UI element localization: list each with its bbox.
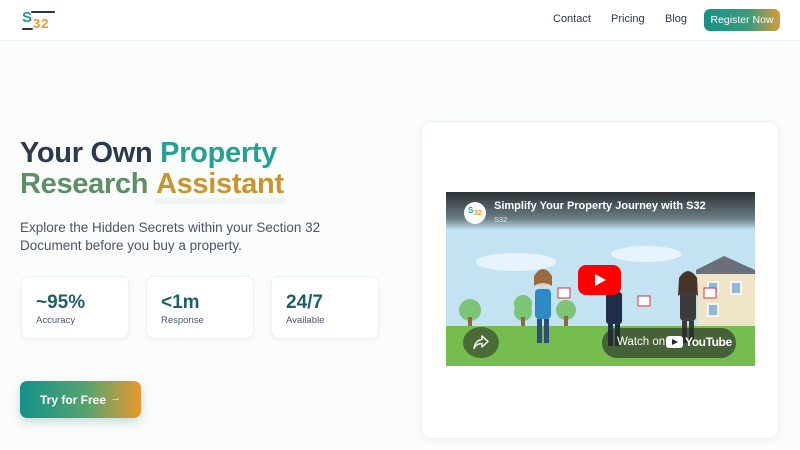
stat-card-response: <1m Response bbox=[146, 276, 254, 339]
video-title[interactable]: Simplify Your Property Journey with S32 bbox=[494, 200, 706, 212]
watch-on-label: Watch on bbox=[617, 336, 666, 348]
nav-link-pricing[interactable]: Pricing bbox=[611, 13, 645, 25]
stat-value: 24/7 bbox=[286, 292, 323, 313]
video-channel-name[interactable]: S32 bbox=[494, 215, 507, 224]
stat-label: Accuracy bbox=[36, 315, 76, 326]
hero-title-part3: Research bbox=[20, 168, 149, 200]
hero-title-highlight: Assistant bbox=[153, 168, 286, 204]
arrow-right-icon: → bbox=[110, 392, 121, 404]
youtube-icon bbox=[666, 336, 683, 348]
logo-bar-bottom bbox=[22, 28, 33, 30]
avatar-number: 32 bbox=[474, 210, 482, 217]
stat-value: ~95% bbox=[36, 292, 86, 313]
site-header: S 32 Contact Pricing Blog Register Now bbox=[0, 0, 800, 41]
hero-title-part2: Property bbox=[160, 137, 278, 169]
hero-title: Your Own Property Research Assistant bbox=[20, 137, 380, 204]
play-icon bbox=[595, 274, 606, 286]
share-button[interactable] bbox=[463, 327, 499, 358]
stat-value: <1m bbox=[161, 292, 200, 313]
logo-letter: S bbox=[22, 9, 33, 26]
share-icon bbox=[473, 335, 489, 350]
watch-on-youtube-button[interactable]: Watch on YouTube bbox=[602, 328, 736, 358]
stat-card-availability: 24/7 Available bbox=[271, 276, 379, 339]
logo[interactable]: S 32 bbox=[22, 10, 58, 32]
register-button[interactable]: Register Now bbox=[704, 9, 780, 31]
hero-subtitle: Explore the Hidden Secrets within your S… bbox=[20, 220, 321, 253]
avatar-letter: S bbox=[468, 206, 474, 215]
stat-label: Response bbox=[161, 315, 204, 326]
channel-avatar[interactable]: S 32 bbox=[464, 202, 486, 224]
stat-label: Available bbox=[286, 315, 325, 326]
hero-title-part4: Assistant bbox=[155, 168, 284, 200]
youtube-wordmark: YouTube bbox=[685, 335, 732, 349]
video-title-bar: S 32 Simplify Your Property Journey with… bbox=[446, 192, 755, 230]
stat-card-accuracy: ~95% Accuracy bbox=[21, 276, 129, 339]
play-button[interactable] bbox=[578, 265, 621, 295]
nav-link-blog[interactable]: Blog bbox=[665, 13, 687, 25]
nav-link-contact[interactable]: Contact bbox=[553, 13, 591, 25]
logo-number: 32 bbox=[33, 16, 50, 31]
hero-title-part1: Your Own bbox=[20, 137, 153, 169]
try-for-free-button[interactable]: Try for Free → bbox=[20, 381, 141, 418]
youtube-video-embed[interactable]: S 32 Simplify Your Property Journey with… bbox=[446, 192, 755, 366]
cta-label: Try for Free bbox=[40, 393, 107, 407]
logo-bar-top bbox=[31, 11, 55, 13]
